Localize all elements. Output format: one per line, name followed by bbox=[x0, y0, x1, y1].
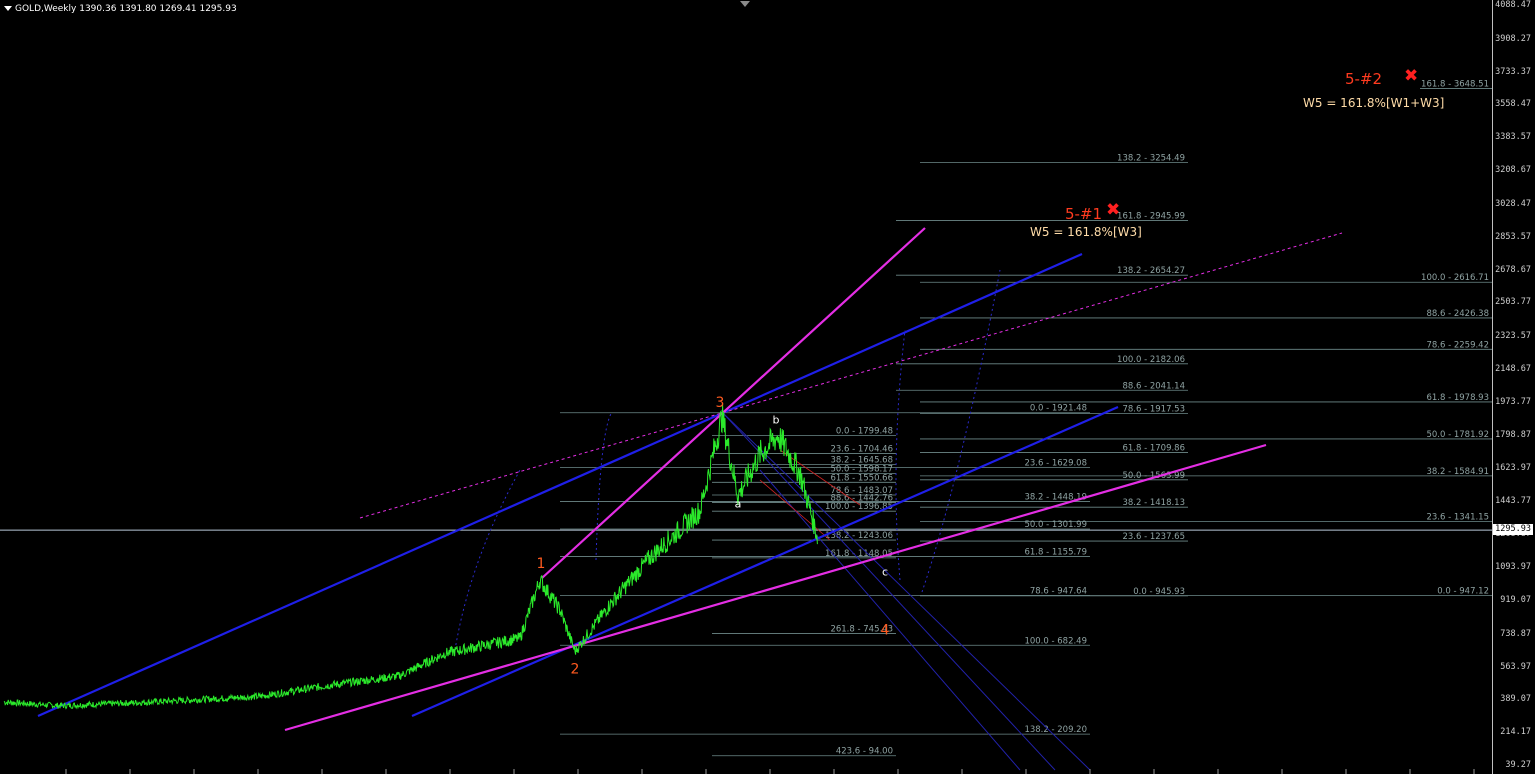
price-tick-label: 3028.47 bbox=[1495, 198, 1531, 209]
target1-x-icon: ✖ bbox=[1106, 200, 1121, 220]
wave-label-4: 4 bbox=[881, 622, 890, 638]
wave-label-b: b bbox=[773, 414, 780, 427]
fib-level-label: 138.2 - 3254.49 bbox=[1117, 154, 1185, 164]
chart-title-bar: GOLD,Weekly 1390.36 1391.80 1269.41 1295… bbox=[4, 4, 237, 14]
price-tick-label: 4088.47 bbox=[1495, 0, 1531, 10]
price-tick-label: 3558.47 bbox=[1495, 99, 1531, 110]
fib-level-label: 161.8 - 3648.51 bbox=[1421, 80, 1489, 90]
target2-formula: W5 = 161.8%[W1+W3] bbox=[1303, 96, 1445, 110]
price-tick-label: 563.97 bbox=[1500, 661, 1531, 672]
channel-red-line bbox=[759, 479, 831, 541]
fib-level-label: 50.0 - 1301.99 bbox=[1024, 520, 1087, 530]
wave-label-2: 2 bbox=[571, 661, 580, 677]
chart-symbol: GOLD,Weekly bbox=[15, 4, 77, 14]
fib-level-label: 38.2 - 1448.19 bbox=[1024, 493, 1087, 503]
price-tick-label: 1093.97 bbox=[1495, 562, 1531, 573]
fib-level-label: 23.6 - 1704.46 bbox=[830, 444, 893, 454]
price-tick-label: 39.27 bbox=[1505, 760, 1531, 770]
fib-level-label: 23.6 - 1629.08 bbox=[1024, 459, 1087, 469]
fib-level-label: 88.6 - 2041.14 bbox=[1122, 381, 1185, 391]
channel-line bbox=[759, 469, 1021, 771]
fib-level-label: 138.2 - 1243.06 bbox=[825, 531, 893, 541]
chart-menu-triangle-icon[interactable] bbox=[4, 6, 12, 11]
fib-level-label: 0.0 - 1799.48 bbox=[836, 427, 893, 437]
chart-ohlc: 1390.36 1391.80 1269.41 1295.93 bbox=[79, 4, 237, 14]
fib-level-label: 423.6 - 94.00 bbox=[836, 747, 893, 757]
price-tick-label: 738.87 bbox=[1500, 628, 1531, 639]
wave-label-a: a bbox=[735, 497, 742, 510]
target1-wave-label: 5-#1 bbox=[1065, 205, 1103, 223]
target2-wave-label: 5-#2 bbox=[1345, 70, 1383, 88]
fib-level-label: 61.8 - 1155.79 bbox=[1024, 547, 1087, 557]
target1-formula: W5 = 161.8%[W3] bbox=[1030, 225, 1142, 239]
fib-time-arc bbox=[595, 411, 613, 561]
fib-level-label: 50.0 - 1781.92 bbox=[1426, 430, 1489, 440]
fib-level-label: 61.8 - 1978.93 bbox=[1426, 393, 1489, 403]
fib-level-label: 78.6 - 2259.42 bbox=[1426, 340, 1489, 350]
price-tick-label: 3733.37 bbox=[1495, 66, 1531, 77]
price-tick-label: 2148.67 bbox=[1495, 364, 1531, 375]
price-axis[interactable] bbox=[1492, 0, 1535, 774]
target2-x-icon: ✖ bbox=[1404, 66, 1419, 86]
fib-level-label: 100.0 - 2182.06 bbox=[1117, 355, 1185, 365]
fib-level-label: 0.0 - 947.12 bbox=[1437, 587, 1489, 597]
price-chart-canvas[interactable]: 161.8 - 3648.51 138.2 - 3254.49 161.8 - 29… bbox=[0, 0, 1492, 774]
fib-level-label: 88.6 - 2426.38 bbox=[1426, 309, 1489, 319]
fib-time-arc bbox=[895, 329, 906, 581]
fib-level-label: 23.6 - 1237.65 bbox=[1122, 532, 1185, 542]
fib-level-label: 100.0 - 2616.71 bbox=[1421, 273, 1489, 283]
price-tick-label: 2503.77 bbox=[1495, 297, 1531, 308]
price-tick-label: 2678.67 bbox=[1495, 264, 1531, 275]
wave-label-c: c bbox=[882, 566, 888, 579]
price-tick-label: 1973.77 bbox=[1495, 396, 1531, 407]
price-tick-label: 919.07 bbox=[1500, 594, 1531, 605]
fib-level-label: 138.2 - 209.20 bbox=[1024, 725, 1087, 735]
fib-level-label: 38.2 - 1584.91 bbox=[1426, 467, 1489, 477]
fib-level-label: 38.2 - 1418.13 bbox=[1122, 498, 1185, 508]
price-tick-label: 389.07 bbox=[1500, 694, 1531, 705]
fib-level-label: 161.8 - 2945.99 bbox=[1117, 211, 1185, 221]
price-tick-label: 1798.87 bbox=[1495, 429, 1531, 440]
collapse-arrow-icon[interactable] bbox=[740, 1, 750, 7]
trendline-blue-main bbox=[37, 252, 1083, 718]
price-tick-label: 3908.27 bbox=[1495, 33, 1531, 44]
wave-label-1: 1 bbox=[537, 556, 546, 572]
price-tick-label: 1623.97 bbox=[1495, 462, 1531, 473]
price-tick-label: 214.17 bbox=[1500, 727, 1531, 738]
price-tick-label: 3208.67 bbox=[1495, 165, 1531, 176]
fib-level-label: 78.6 - 947.64 bbox=[1030, 587, 1087, 597]
price-tick-label: 1443.77 bbox=[1495, 496, 1531, 507]
fib-level-label: 138.2 - 2654.27 bbox=[1117, 266, 1185, 276]
fib-level-label: 100.0 - 682.49 bbox=[1024, 636, 1087, 646]
price-tick-label: 3383.57 bbox=[1495, 132, 1531, 143]
wave-label-3: 3 bbox=[716, 395, 725, 411]
current-price-marker: 1295.93 bbox=[1493, 524, 1533, 535]
trendline-magenta-upper bbox=[541, 227, 926, 579]
fib-level-label: 78.6 - 1917.53 bbox=[1122, 404, 1185, 414]
fib-level-label: 0.0 - 1921.48 bbox=[1030, 404, 1087, 414]
fib-level-label: 61.8 - 1709.86 bbox=[1122, 443, 1185, 453]
price-tick-label: 2323.57 bbox=[1495, 331, 1531, 342]
fib-level-label: 61.8 - 1550.66 bbox=[830, 473, 893, 483]
fib-level-label: 23.6 - 1341.15 bbox=[1426, 513, 1489, 523]
fib-time-arc bbox=[454, 469, 521, 651]
price-tick-label: 2853.57 bbox=[1495, 231, 1531, 242]
